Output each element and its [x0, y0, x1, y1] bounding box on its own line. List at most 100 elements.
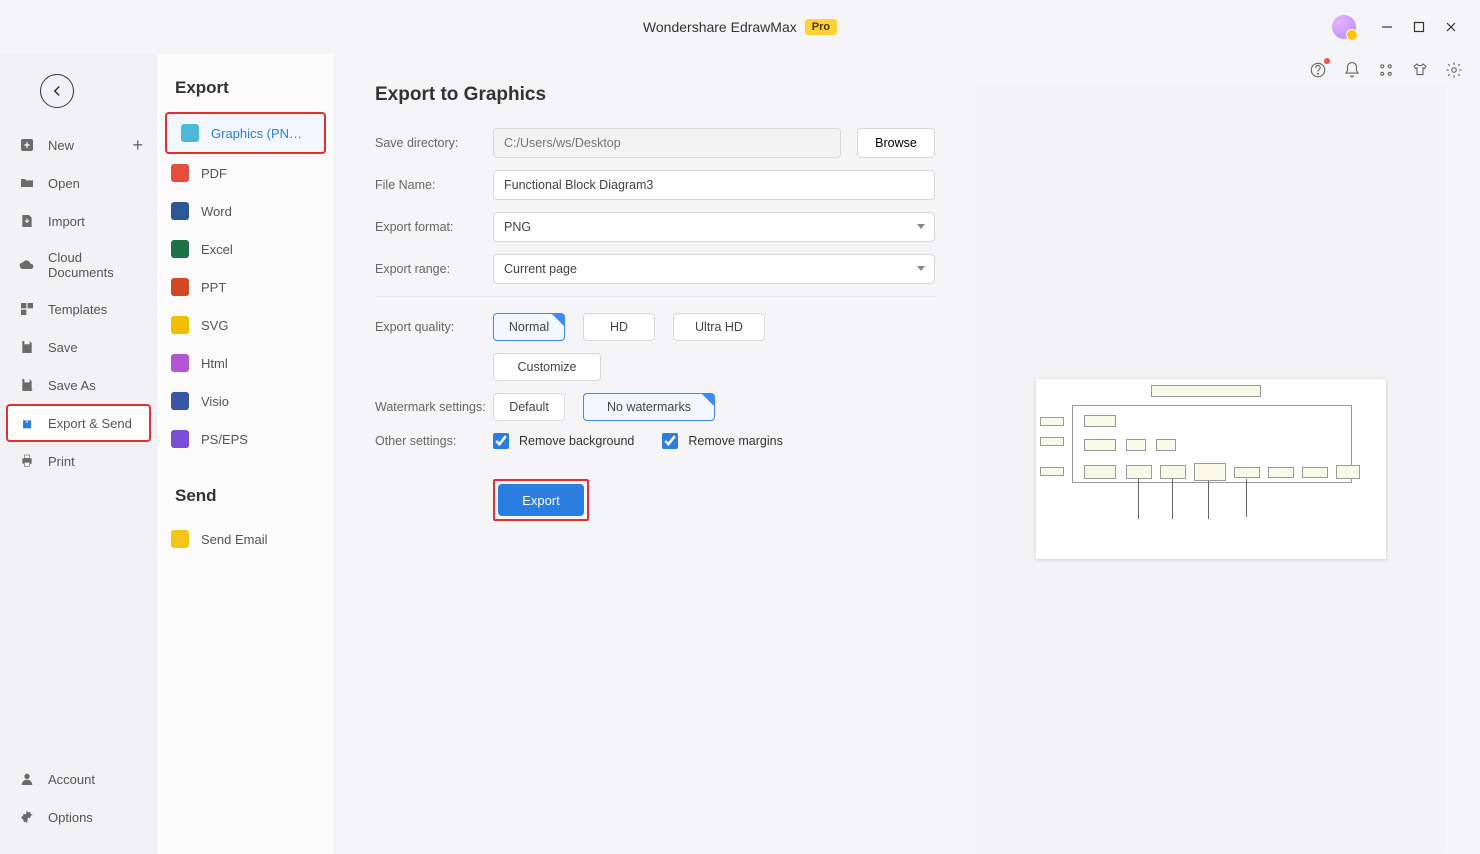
- nav-label: Save: [48, 340, 78, 355]
- excel-icon: [171, 240, 189, 258]
- header-tools: [1308, 60, 1464, 80]
- fmt-label: Word: [201, 204, 232, 219]
- nav-cloud[interactable]: Cloud Documents: [0, 240, 157, 290]
- back-button[interactable]: [40, 74, 74, 108]
- cloud-icon: [18, 256, 36, 274]
- quality-normal[interactable]: Normal: [493, 313, 565, 341]
- gear-icon[interactable]: [1444, 60, 1464, 80]
- bell-icon[interactable]: [1342, 60, 1362, 80]
- divider: [375, 296, 935, 297]
- titlebar: Wondershare EdrawMax Pro: [0, 0, 1480, 54]
- remove-margin-checkbox[interactable]: [662, 433, 678, 449]
- range-label: Export range:: [375, 262, 493, 276]
- html-icon: [171, 354, 189, 372]
- filename-input[interactable]: [493, 170, 935, 200]
- export-icon: [18, 414, 36, 432]
- watermark-label: Watermark settings:: [375, 400, 493, 414]
- fmt-ppt[interactable]: PPT: [157, 268, 334, 306]
- gear-icon: [18, 808, 36, 826]
- filename-label: File Name:: [375, 178, 493, 192]
- fmt-label: SVG: [201, 318, 228, 333]
- primary-sidebar: New + Open Import Cloud Documents Templa…: [0, 54, 157, 854]
- ps-icon: [171, 430, 189, 448]
- app-title: Wondershare EdrawMax: [643, 19, 797, 35]
- fmt-pseps[interactable]: PS/EPS: [157, 420, 334, 458]
- nav-account[interactable]: Account: [0, 760, 157, 798]
- preview-pane: [975, 84, 1446, 854]
- preview-thumbnail: [1036, 379, 1386, 559]
- maximize-button[interactable]: [1412, 20, 1426, 34]
- pdf-icon: [171, 164, 189, 182]
- nav-label: Templates: [48, 302, 107, 317]
- format-select[interactable]: PNG: [493, 212, 935, 242]
- pro-badge: Pro: [805, 19, 837, 35]
- quality-hd[interactable]: HD: [583, 313, 655, 341]
- avatar[interactable]: [1332, 15, 1356, 39]
- nav-label: Export & Send: [48, 416, 132, 431]
- nav-label: New: [48, 138, 74, 153]
- fmt-label: Graphics (PNG, JPG e...: [211, 126, 310, 141]
- send-email[interactable]: Send Email: [157, 520, 334, 558]
- mail-icon: [171, 530, 189, 548]
- export-section-title: Export: [157, 74, 334, 112]
- quality-uhd[interactable]: Ultra HD: [673, 313, 765, 341]
- nav-label: Print: [48, 454, 75, 469]
- word-icon: [171, 202, 189, 220]
- tshirt-icon[interactable]: [1410, 60, 1430, 80]
- nav-label: Options: [48, 810, 93, 825]
- fmt-graphics[interactable]: Graphics (PNG, JPG e...: [165, 112, 326, 154]
- save-icon: [18, 338, 36, 356]
- fmt-pdf[interactable]: PDF: [157, 154, 334, 192]
- fmt-label: PS/EPS: [201, 432, 248, 447]
- nav-open[interactable]: Open: [0, 164, 157, 202]
- fmt-svg[interactable]: SVG: [157, 306, 334, 344]
- fmt-label: Html: [201, 356, 228, 371]
- minimize-button[interactable]: [1380, 20, 1394, 34]
- help-icon[interactable]: [1308, 60, 1328, 80]
- export-button[interactable]: Export: [498, 484, 584, 516]
- nav-label: Import: [48, 214, 85, 229]
- folder-icon: [18, 174, 36, 192]
- fmt-label: Visio: [201, 394, 229, 409]
- quality-label: Export quality:: [375, 320, 493, 334]
- nav-saveas[interactable]: Save As: [0, 366, 157, 404]
- svg-icon: [171, 316, 189, 334]
- fmt-label: Send Email: [201, 532, 267, 547]
- apps-icon[interactable]: [1376, 60, 1396, 80]
- nav-new[interactable]: New +: [0, 126, 157, 164]
- browse-button[interactable]: Browse: [857, 128, 935, 158]
- fmt-word[interactable]: Word: [157, 192, 334, 230]
- nav-import[interactable]: Import: [0, 202, 157, 240]
- format-label: Export format:: [375, 220, 493, 234]
- nav-label: Account: [48, 772, 95, 787]
- quality-customize[interactable]: Customize: [493, 353, 601, 381]
- page-title: Export to Graphics: [375, 84, 935, 106]
- remove-bg-checkbox[interactable]: [493, 433, 509, 449]
- watermark-none[interactable]: No watermarks: [583, 393, 715, 421]
- plus-icon[interactable]: +: [132, 135, 143, 156]
- savedir-input[interactable]: [493, 128, 841, 158]
- fmt-label: Excel: [201, 242, 233, 257]
- watermark-default[interactable]: Default: [493, 393, 565, 421]
- ppt-icon: [171, 278, 189, 296]
- nav-templates[interactable]: Templates: [0, 290, 157, 328]
- export-format-sidebar: Export Graphics (PNG, JPG e... PDF Word …: [157, 54, 335, 854]
- close-button[interactable]: [1444, 20, 1458, 34]
- visio-icon: [171, 392, 189, 410]
- fmt-visio[interactable]: Visio: [157, 382, 334, 420]
- range-select[interactable]: Current page: [493, 254, 935, 284]
- import-icon: [18, 212, 36, 230]
- plus-square-icon: [18, 136, 36, 154]
- nav-label: Save As: [48, 378, 96, 393]
- nav-export-send[interactable]: Export & Send: [6, 404, 151, 442]
- fmt-label: PPT: [201, 280, 226, 295]
- nav-save[interactable]: Save: [0, 328, 157, 366]
- fmt-html[interactable]: Html: [157, 344, 334, 382]
- main-content: Export to Graphics Save directory: Brows…: [335, 54, 1480, 854]
- fmt-excel[interactable]: Excel: [157, 230, 334, 268]
- saveas-icon: [18, 376, 36, 394]
- nav-print[interactable]: Print: [0, 442, 157, 480]
- remove-bg-label: Remove background: [519, 434, 634, 448]
- templates-icon: [18, 300, 36, 318]
- nav-options[interactable]: Options: [0, 798, 157, 836]
